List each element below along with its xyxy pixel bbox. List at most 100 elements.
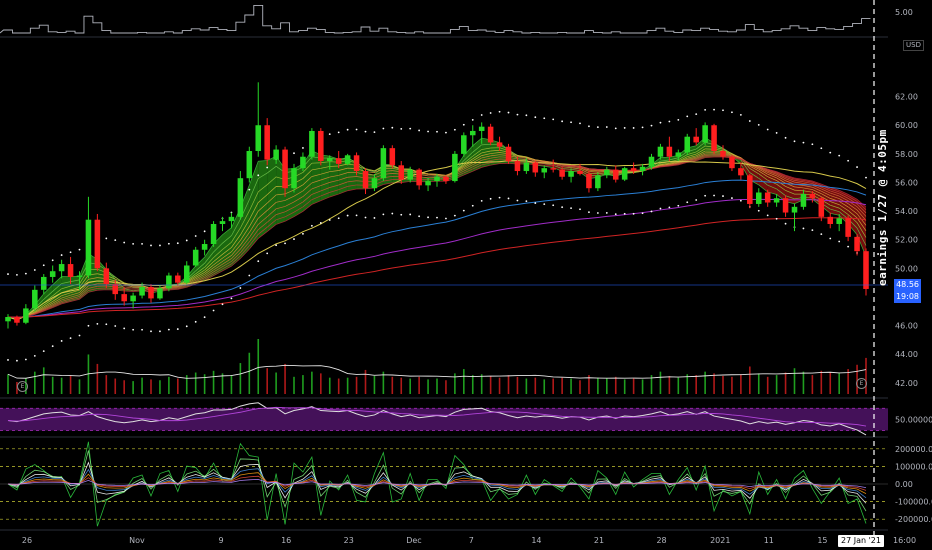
envelope-dot-lower [87, 324, 90, 327]
envelope-dot-lower [811, 229, 814, 232]
rsi-panel [0, 402, 888, 436]
envelope-dot-lower [203, 316, 206, 319]
envelope-dot-lower [838, 240, 841, 243]
candle-body [720, 151, 726, 157]
volume-bar [686, 374, 689, 394]
candle-body [818, 198, 825, 217]
ribbon-line [7, 137, 867, 320]
volume-bar [257, 339, 260, 394]
earnings-marker-icon[interactable]: E [856, 378, 867, 389]
envelope-dots [7, 108, 867, 362]
candle-body [5, 317, 11, 322]
envelope-dot-lower [847, 245, 850, 248]
date-tick-label: 2021 [710, 536, 730, 545]
envelope-dot-upper [373, 131, 376, 133]
volume-bar [60, 377, 63, 394]
candle [49, 265, 56, 283]
candle-body [764, 192, 771, 203]
envelope-dot-upper [51, 259, 54, 262]
envelope-dot-lower [829, 237, 832, 240]
volume-bar [400, 377, 403, 394]
envelope-dot-lower [266, 252, 269, 255]
envelope-dot-lower [489, 197, 492, 200]
volume-bar [766, 376, 769, 394]
envelope-dot-upper [820, 147, 823, 150]
envelope-dot-upper [159, 244, 161, 247]
price-chart[interactable]: 5.00 62.00 60.00 58.00 56.00 54.00 52.00 50.00 4… [0, 0, 932, 550]
candle [693, 128, 699, 146]
moving-average-line [7, 179, 867, 318]
ribbon-line [7, 145, 867, 319]
candle-body [621, 168, 628, 180]
envelope-dot-upper [436, 130, 438, 133]
volume-bar [346, 377, 349, 394]
envelope-dot-upper [605, 126, 608, 128]
envelope-dot-upper [176, 242, 179, 245]
envelope-dot-lower [516, 199, 519, 202]
candle-body [49, 271, 56, 277]
envelope-dot-lower [212, 309, 215, 312]
volume-bar [534, 377, 537, 394]
envelope-dot-upper [489, 112, 492, 114]
envelope-dot-lower [373, 217, 376, 219]
candle-body [854, 236, 860, 252]
candle [237, 171, 244, 220]
candle-body [684, 136, 691, 153]
envelope-dot-lower [150, 330, 152, 333]
volume-step-line [0, 4, 871, 34]
volume-histogram-top [0, 4, 871, 34]
volume-bar [436, 378, 438, 394]
earnings-marker-icon[interactable]: E [17, 381, 28, 392]
candle-body [711, 125, 717, 152]
candle-body [782, 198, 789, 213]
envelope-dot-upper [775, 132, 778, 134]
volume-bar [409, 378, 411, 394]
volume-bar [784, 372, 787, 394]
candle [854, 234, 860, 256]
envelope-dot-lower [614, 213, 617, 216]
envelope-dot-upper [829, 151, 832, 154]
envelope-dot-upper [695, 113, 698, 116]
envelope-dot-lower [427, 216, 429, 219]
candle-body [300, 156, 306, 169]
candle-body [210, 223, 217, 245]
price-tick-label: 56.00 [895, 178, 918, 187]
date-tick-label: 14 [531, 536, 541, 545]
volume-bar [659, 371, 662, 394]
envelope-dot-lower [167, 328, 170, 331]
date-axis: 26 Nov 9 16 23 Dec 7 14 21 28 2021 11 15 [22, 536, 828, 545]
candle [291, 163, 297, 193]
candle-body [237, 178, 244, 217]
volume-bar [96, 363, 99, 394]
envelope-dot-lower [337, 217, 340, 220]
envelope-dot-lower [561, 206, 564, 209]
envelope-dot-upper [355, 128, 358, 131]
envelope-dot-upper [641, 126, 644, 129]
candle-body [747, 175, 753, 204]
candle [201, 239, 208, 256]
candle-body [121, 294, 127, 302]
volume-bar [811, 375, 814, 394]
volume-bar [614, 376, 617, 394]
candle [14, 315, 20, 326]
volume-bar [132, 381, 134, 394]
volume-bar [328, 377, 331, 394]
candle [192, 246, 199, 267]
volume-bar [284, 363, 286, 394]
envelope-dot-lower [310, 224, 313, 227]
envelope-dot-upper [445, 131, 447, 134]
candle-body [478, 126, 485, 131]
date-tick-label: 26 [22, 536, 32, 545]
volume-bar [230, 375, 233, 394]
price-tick-label: 60.00 [895, 121, 918, 130]
candle [604, 166, 610, 179]
candle-body [729, 156, 735, 169]
currency-label[interactable]: USD [903, 40, 924, 51]
volume-bar [820, 370, 823, 394]
envelope-dot-upper [123, 241, 126, 244]
envelope-dot-upper [453, 128, 456, 131]
volume-bar [668, 375, 671, 394]
envelope-dot-lower [766, 214, 769, 217]
candle [5, 314, 11, 329]
envelope-dot-upper [596, 126, 599, 129]
